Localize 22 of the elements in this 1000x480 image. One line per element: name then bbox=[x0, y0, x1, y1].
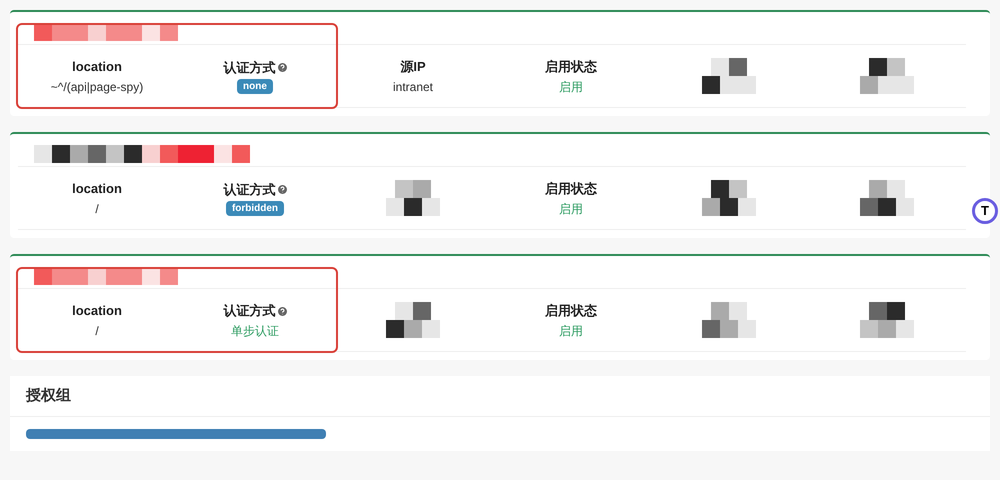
field-label: 源IP bbox=[400, 58, 426, 76]
field-value: 启用 bbox=[559, 200, 583, 217]
field-value: / bbox=[95, 322, 99, 339]
field-value: / bbox=[95, 200, 99, 217]
field-label: location bbox=[72, 58, 122, 76]
field-label: location bbox=[72, 180, 122, 198]
field-value: 单步认证 bbox=[231, 322, 279, 339]
field-label: 启用状态 bbox=[545, 180, 597, 198]
field-value: ~^/(api|page-spy) bbox=[50, 78, 144, 95]
field-label: 认证方式 bbox=[224, 302, 276, 320]
section-title: 授权组 bbox=[26, 387, 71, 404]
field-label: 启用状态 bbox=[545, 58, 597, 76]
field-label: 启用状态 bbox=[545, 302, 597, 320]
field-label: location bbox=[72, 302, 122, 320]
field-value: intranet bbox=[392, 78, 434, 95]
field-value: 启用 bbox=[559, 78, 583, 95]
floating-button[interactable]: T bbox=[972, 198, 998, 224]
field-label: 认证方式 bbox=[224, 58, 276, 77]
field-label: 认证方式 bbox=[224, 180, 276, 199]
field-value: 启用 bbox=[559, 322, 583, 339]
auth-badge: none bbox=[237, 79, 273, 94]
auth-badge: forbidden bbox=[226, 201, 284, 216]
